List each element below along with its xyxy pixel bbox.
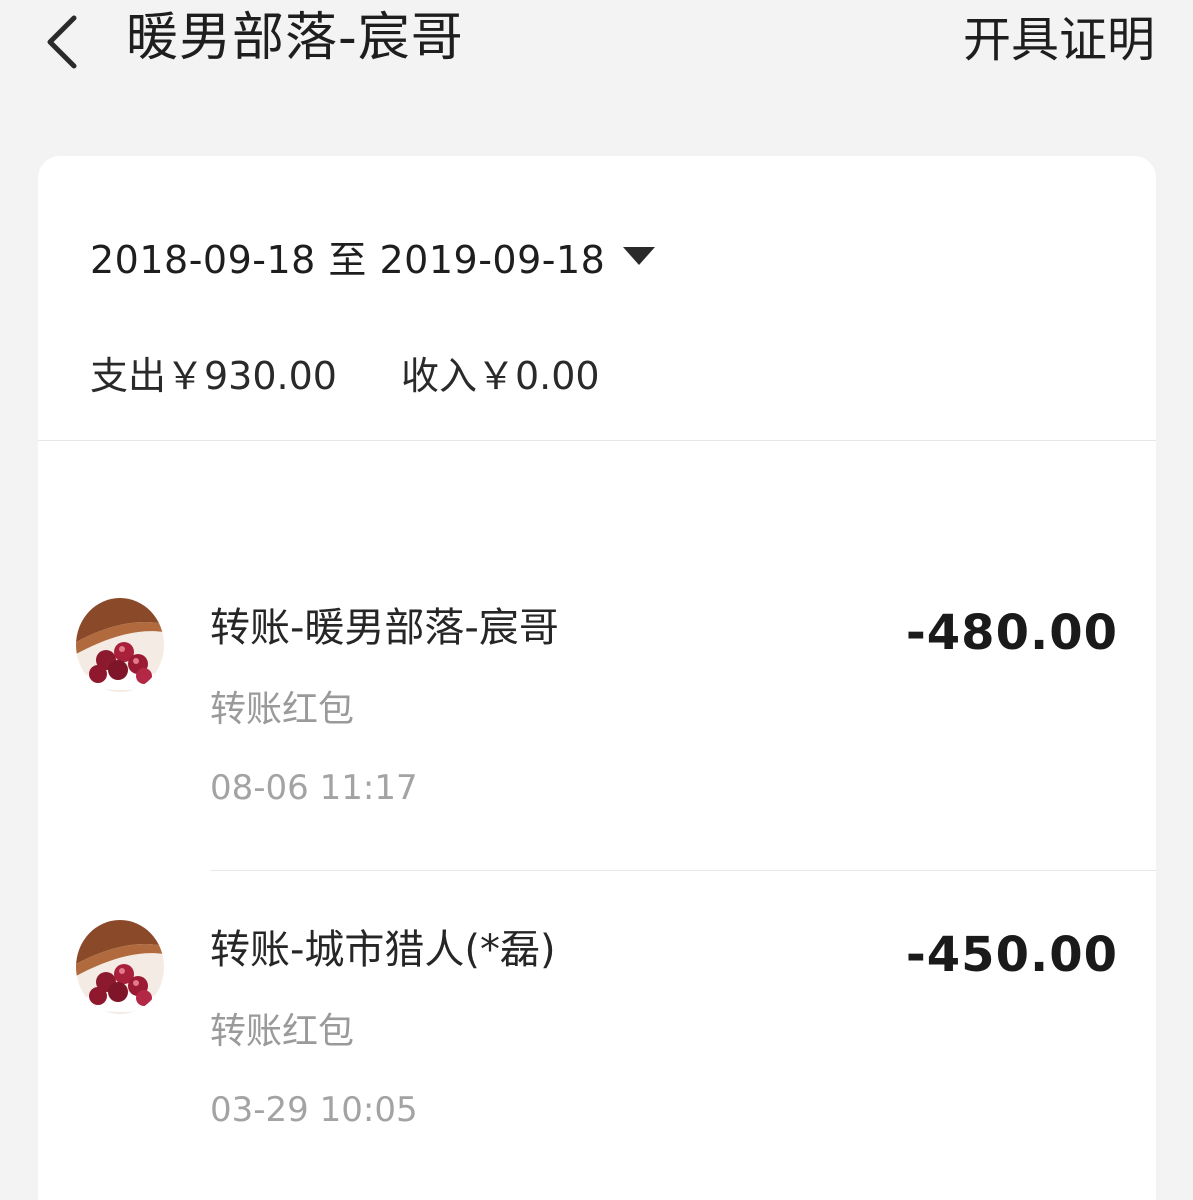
date-range-selector[interactable]: 2018-09-18 至 2019-09-18 xyxy=(90,228,656,284)
caret-down-icon xyxy=(623,247,656,265)
transaction-amount: -450.00 xyxy=(905,927,1118,983)
transaction-type: 转账红包 xyxy=(210,689,355,730)
transfer-history-page: 暖男部落-宸哥 开具证明 2018-09-18 至 2019-09-18 支出￥… xyxy=(0,0,1193,1200)
top-bar: 暖男部落-宸哥 开具证明 xyxy=(0,0,1193,90)
row-divider xyxy=(210,870,1156,871)
date-range-label: 2018-09-18 至 2019-09-18 xyxy=(90,237,606,282)
berries-avatar xyxy=(76,920,164,1014)
transaction-name: 转账-暖男部落-宸哥 xyxy=(210,605,559,651)
berries-avatar xyxy=(76,598,164,692)
transactions-card: 2018-09-18 至 2019-09-18 支出￥930.00 收入￥0.0… xyxy=(38,156,1156,1200)
transaction-row[interactable]: 转账-城市猎人(*磊) 转账红包 03-29 10:05 -450.00 xyxy=(38,918,1156,1200)
page-title: 暖男部落-宸哥 xyxy=(126,8,464,68)
summary-totals: 支出￥930.00 收入￥0.00 xyxy=(90,344,600,400)
transaction-name: 转账-城市猎人(*磊) xyxy=(210,927,556,973)
income-total: 收入￥0.00 xyxy=(400,353,600,398)
chevron-left-icon xyxy=(47,15,77,69)
transaction-time: 08-06 11:17 xyxy=(210,768,418,808)
transaction-amount: -480.00 xyxy=(905,605,1118,661)
transaction-type: 转账红包 xyxy=(210,1011,355,1052)
issue-certificate-button[interactable]: 开具证明 xyxy=(963,4,1155,76)
transaction-row[interactable]: 转账-暖男部落-宸哥 转账红包 08-06 11:17 -480.00 xyxy=(38,596,1156,896)
back-button[interactable] xyxy=(30,4,100,74)
transaction-time: 03-29 10:05 xyxy=(210,1090,418,1130)
summary-divider xyxy=(38,440,1156,441)
expense-total: 支出￥930.00 xyxy=(90,353,337,398)
